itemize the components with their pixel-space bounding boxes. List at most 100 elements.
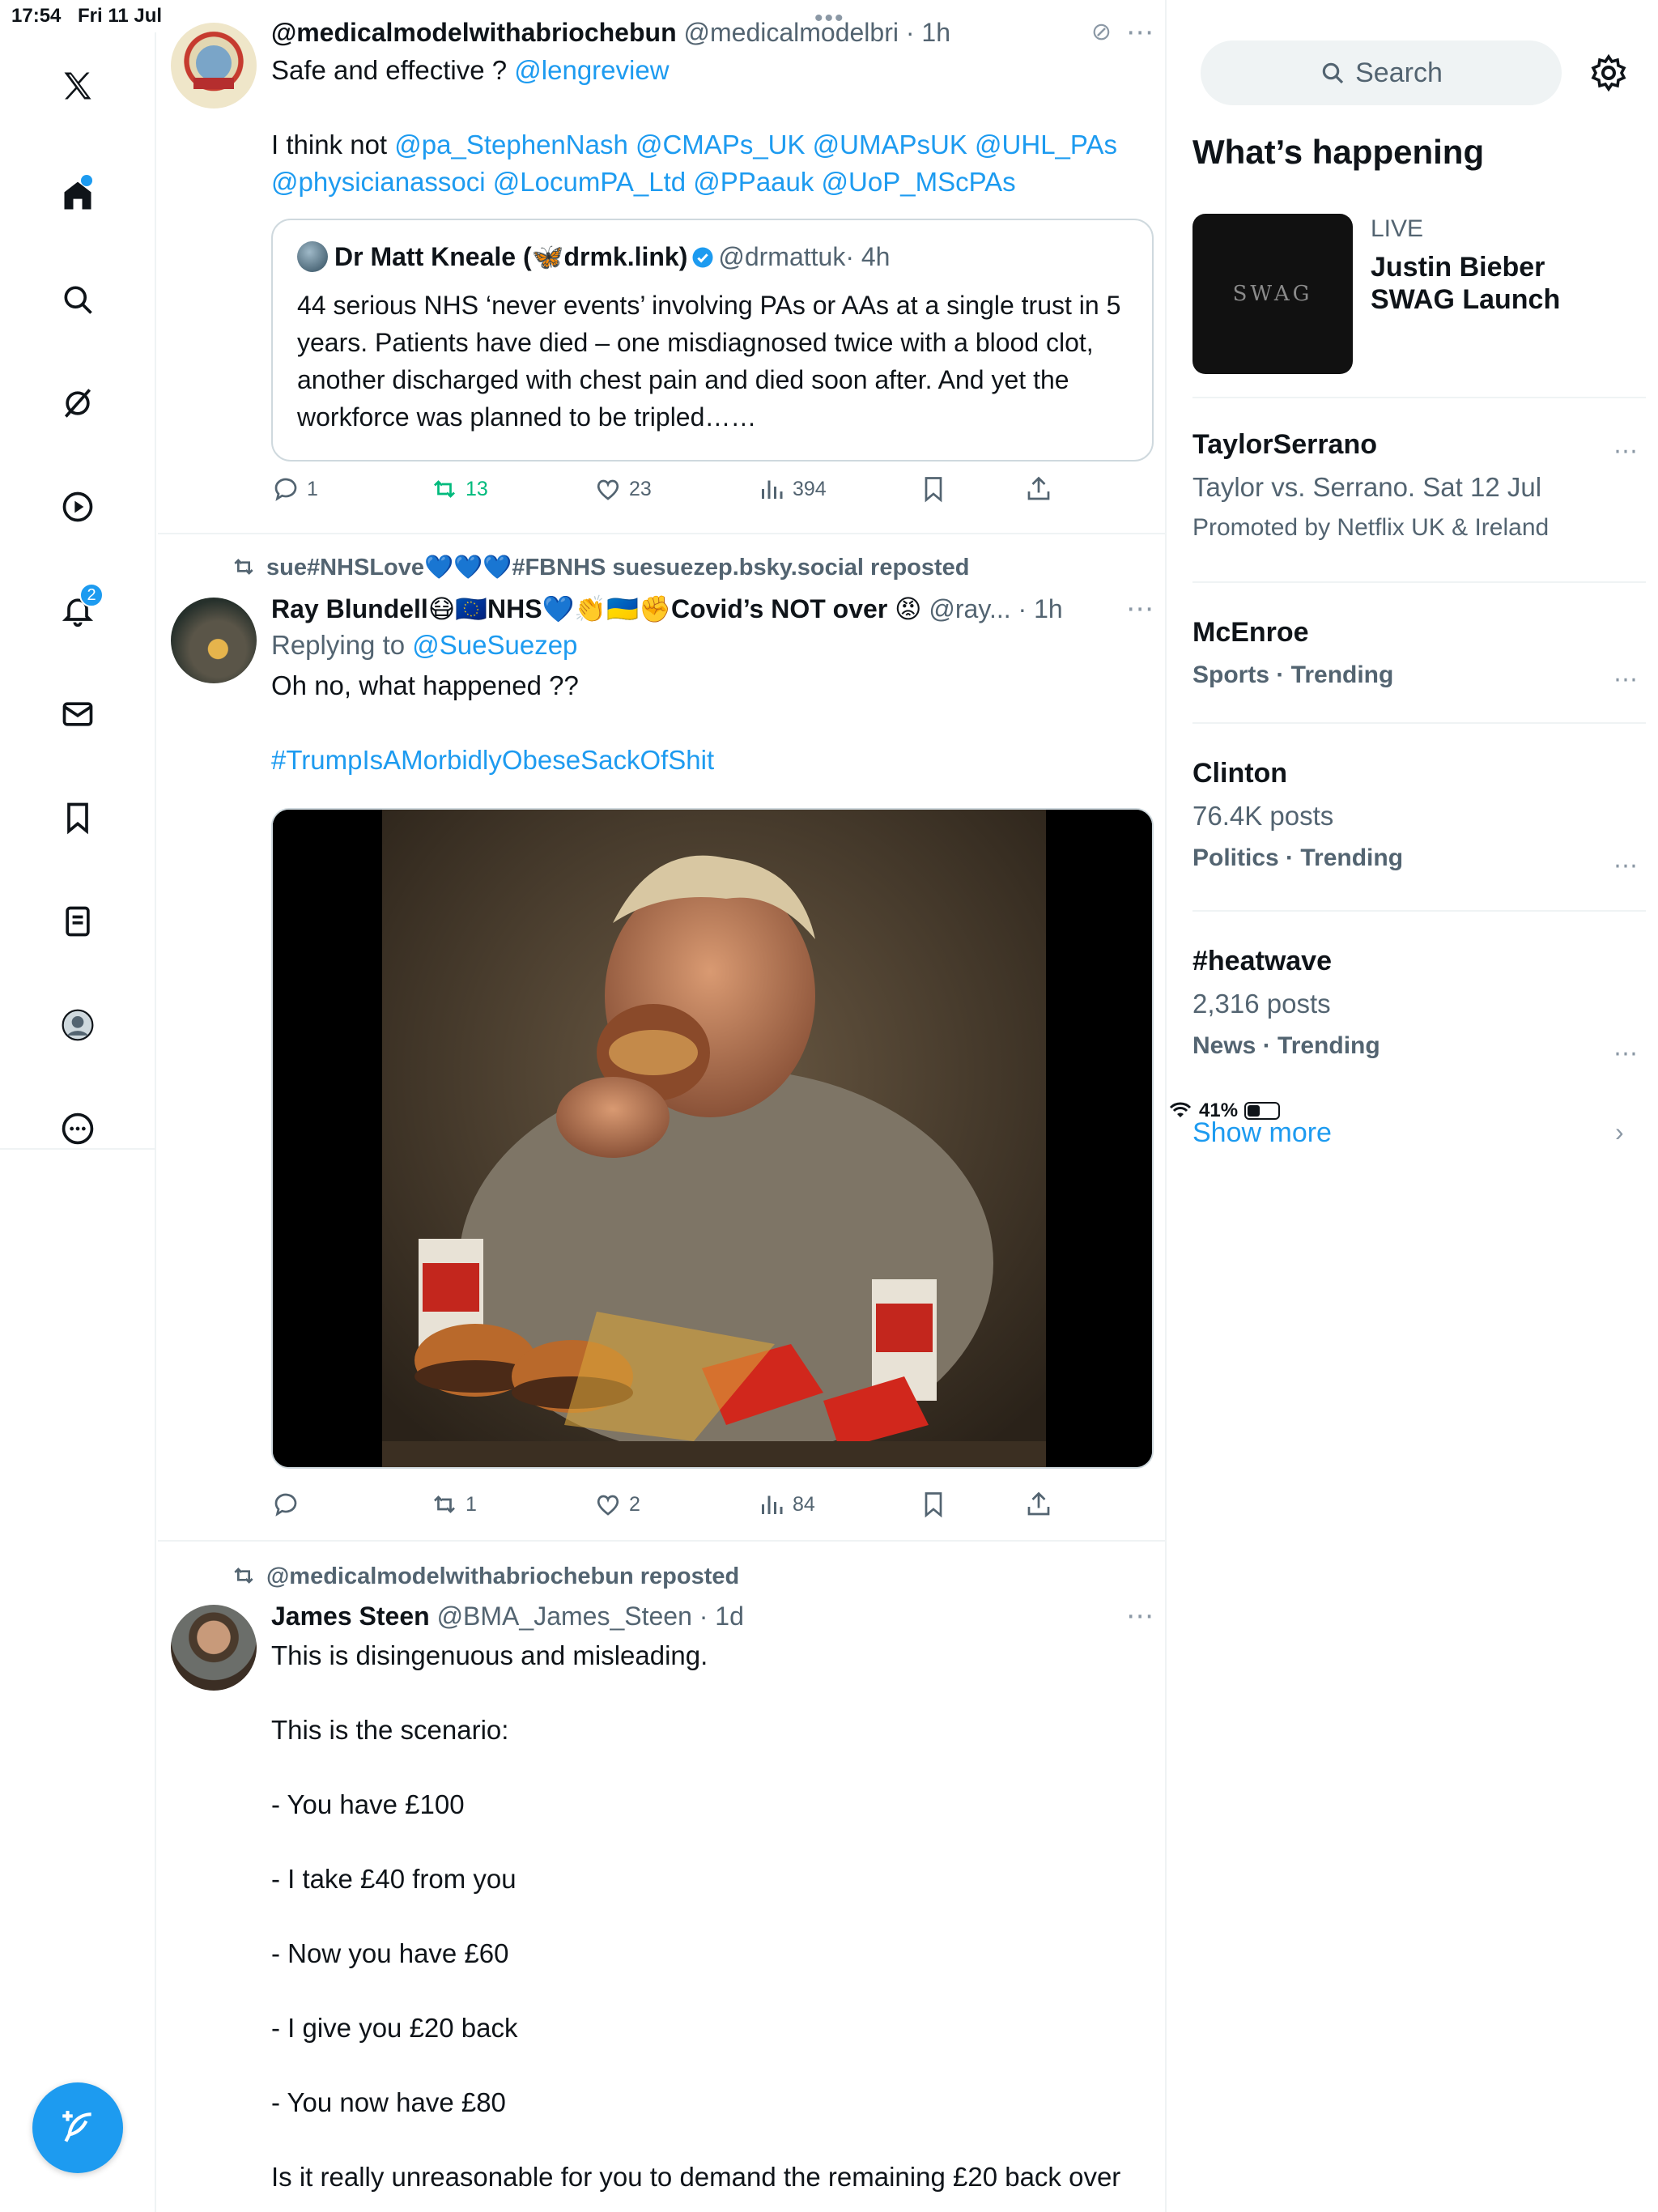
quoted-author-name: Dr Matt Kneale (🦋drmk.link) [334, 242, 688, 271]
notifications-bell-icon[interactable]: 2 [45, 578, 110, 643]
mention-links[interactable]: @pa_StephenNash @CMAPs_UK @UMAPsUK @UHL_… [271, 130, 1117, 197]
trend-more-icon[interactable]: ⋯ [1613, 437, 1638, 466]
quoted-tweet-text: 44 serious NHS ‘never events’ involving … [297, 291, 1121, 432]
bookmark-button[interactable] [919, 474, 948, 504]
reply-button[interactable] [271, 1490, 307, 1519]
author-name[interactable]: Ray Blundell😷🇪🇺NHS💙👏🇺🇦✊Covid’s NOT over … [271, 594, 922, 623]
trend-meta: News · Trending [1192, 1032, 1380, 1059]
video-icon[interactable] [45, 474, 110, 539]
reply-icon [274, 1493, 297, 1516]
view-count: 394 [793, 477, 827, 500]
post-more-icon[interactable]: ⋯ [1126, 15, 1154, 50]
tweet-2-image[interactable] [271, 808, 1154, 1469]
bookmarks-icon[interactable] [45, 785, 110, 850]
grok-explain-icon[interactable]: ⊘ [1091, 15, 1112, 50]
tweet-2-header: Ray Blundell😷🇪🇺NHS💙👏🇺🇦✊Covid’s NOT over … [271, 591, 1154, 627]
post-time[interactable]: · 1h [906, 18, 950, 47]
profile-avatar-icon[interactable] [45, 993, 110, 1057]
tweet-2-actions: 1 2 84 [271, 1490, 1146, 1530]
tweet-2-avatar[interactable] [171, 598, 257, 683]
views-button[interactable]: 394 [757, 474, 827, 504]
trend-meta: Politics · Trending [1192, 844, 1404, 871]
home-unread-dot [81, 175, 92, 186]
post-more-icon[interactable]: ⋯ [1126, 591, 1154, 627]
like-count: 2 [629, 1492, 640, 1516]
tweet-2[interactable]: sue#NHSLove💙💙💙#FBNHS suesuezep.bsky.soci… [158, 534, 1165, 1540]
reply-button[interactable]: 1 [271, 474, 318, 504]
reply-icon [274, 478, 297, 501]
tweet-3-avatar[interactable] [171, 1605, 257, 1691]
tweet-2-body: Ray Blundell😷🇪🇺NHS💙👏🇺🇦✊Covid’s NOT over … [271, 591, 1154, 779]
tweet-1[interactable]: @medicalmodelwithabriochebun @medicalmod… [158, 0, 1165, 533]
author-name[interactable]: James Steen [271, 1602, 430, 1631]
trend-title: #heatwave [1192, 946, 1332, 976]
timeline: @medicalmodelwithabriochebun @medicalmod… [158, 0, 1167, 2212]
author-name[interactable]: @medicalmodelwithabriochebun [271, 18, 677, 47]
trend-post-count: 76.4K posts [1192, 801, 1334, 831]
home-icon[interactable] [45, 164, 110, 228]
quoted-post-time: · 4h [845, 242, 891, 271]
trend-meta: Sports · Trending [1192, 661, 1394, 688]
trend-title: Clinton [1192, 758, 1288, 789]
compose-post-button[interactable] [32, 2082, 123, 2173]
live-event-title[interactable]: Justin Bieber SWAG Launch [1371, 251, 1630, 316]
author-handle[interactable]: @medicalmodelbri [684, 18, 899, 47]
share-button[interactable] [1024, 1490, 1053, 1519]
search-icon[interactable] [45, 267, 110, 332]
post-time[interactable]: · 1d [699, 1602, 744, 1631]
hashtag-link[interactable]: #TrumpIsAMorbidlyObeseSackOfShit [271, 742, 1154, 779]
live-event-thumbnail[interactable]: SWAG [1192, 214, 1353, 374]
lists-icon[interactable] [45, 889, 110, 954]
view-count: 84 [793, 1492, 815, 1516]
settings-gear-icon[interactable] [1589, 53, 1628, 92]
search-icon [1322, 62, 1344, 84]
repost-button[interactable]: 13 [430, 474, 488, 504]
trend-more-icon[interactable]: ⋯ [1613, 666, 1638, 694]
trend-more-icon[interactable]: ⋯ [1613, 852, 1638, 880]
grok-icon[interactable] [45, 371, 110, 436]
views-chart-icon [762, 1495, 783, 1514]
search-input[interactable]: Search [1201, 40, 1562, 105]
post-time[interactable]: · 1h [1018, 594, 1063, 623]
tweet-text: I think not [271, 130, 395, 160]
repost-icon [434, 1495, 455, 1513]
like-button[interactable]: 2 [593, 1490, 640, 1519]
replying-to-link[interactable]: @SueSuezep [412, 630, 577, 660]
tweet-1-avatar[interactable] [171, 23, 257, 108]
repost-context[interactable]: @medicalmodelwithabriochebun reposted [231, 1563, 739, 1590]
share-button[interactable] [1024, 474, 1053, 504]
status-date: Fri 11 Jul [78, 5, 163, 27]
trend-item-heatwave[interactable]: #heatwave 2,316 posts News · Trending ⋯ [1192, 946, 1646, 1067]
author-handle[interactable]: @ray... [929, 594, 1010, 623]
trend-divider [1192, 397, 1646, 398]
left-navigation: 2 [0, 32, 156, 2212]
trend-subtitle: Taylor vs. Serrano. Sat 12 Jul [1192, 472, 1542, 502]
tweet-1-text-line2: I think not @pa_StephenNash @CMAPs_UK @U… [271, 126, 1154, 201]
mention-link[interactable]: @lengreview [514, 55, 669, 85]
repost-context[interactable]: sue#NHSLove💙💙💙#FBNHS suesuezep.bsky.soci… [231, 554, 970, 581]
quoted-tweet[interactable]: Dr Matt Kneale (🦋drmk.link) @drmattuk· 4h… [271, 219, 1154, 462]
trend-more-icon[interactable]: ⋯ [1613, 1040, 1638, 1068]
trend-item-taylorserrano[interactable]: TaylorSerrano Taylor vs. Serrano. Sat 12… [1192, 429, 1646, 542]
tweet-1-body: @medicalmodelwithabriochebun @medicalmod… [271, 15, 1154, 201]
quoted-author-handle: @drmattuk [718, 242, 846, 271]
chevron-right-icon[interactable]: › [1615, 1117, 1624, 1147]
like-count: 23 [629, 477, 652, 500]
trend-item-clinton[interactable]: Clinton 76.4K posts Politics · Trending … [1192, 758, 1646, 879]
quoted-author-avatar [297, 241, 328, 272]
views-button[interactable]: 84 [757, 1490, 815, 1519]
tweet-1-actions: 1 13 23 394 [271, 474, 1146, 515]
author-handle[interactable]: @BMA_James_Steen [437, 1602, 692, 1631]
repost-button[interactable]: 1 [430, 1490, 477, 1519]
post-more-icon[interactable]: ⋯ [1126, 1598, 1154, 1634]
tweet-3[interactable]: @medicalmodelwithabriochebun reposted Ja… [158, 1542, 1165, 2212]
replying-to: Replying to @SueSuezep [271, 627, 1154, 664]
like-button[interactable]: 23 [593, 474, 652, 504]
trend-item-mcenroe[interactable]: McEnroe Sports · Trending ⋯ [1192, 617, 1646, 693]
messages-mail-icon[interactable] [45, 682, 110, 747]
x-logo-icon[interactable] [45, 53, 110, 118]
show-more-link[interactable]: Show more [1192, 1117, 1332, 1149]
bookmark-button[interactable] [919, 1490, 948, 1519]
more-options-icon[interactable] [45, 1096, 110, 1161]
repost-count: 13 [466, 477, 488, 500]
